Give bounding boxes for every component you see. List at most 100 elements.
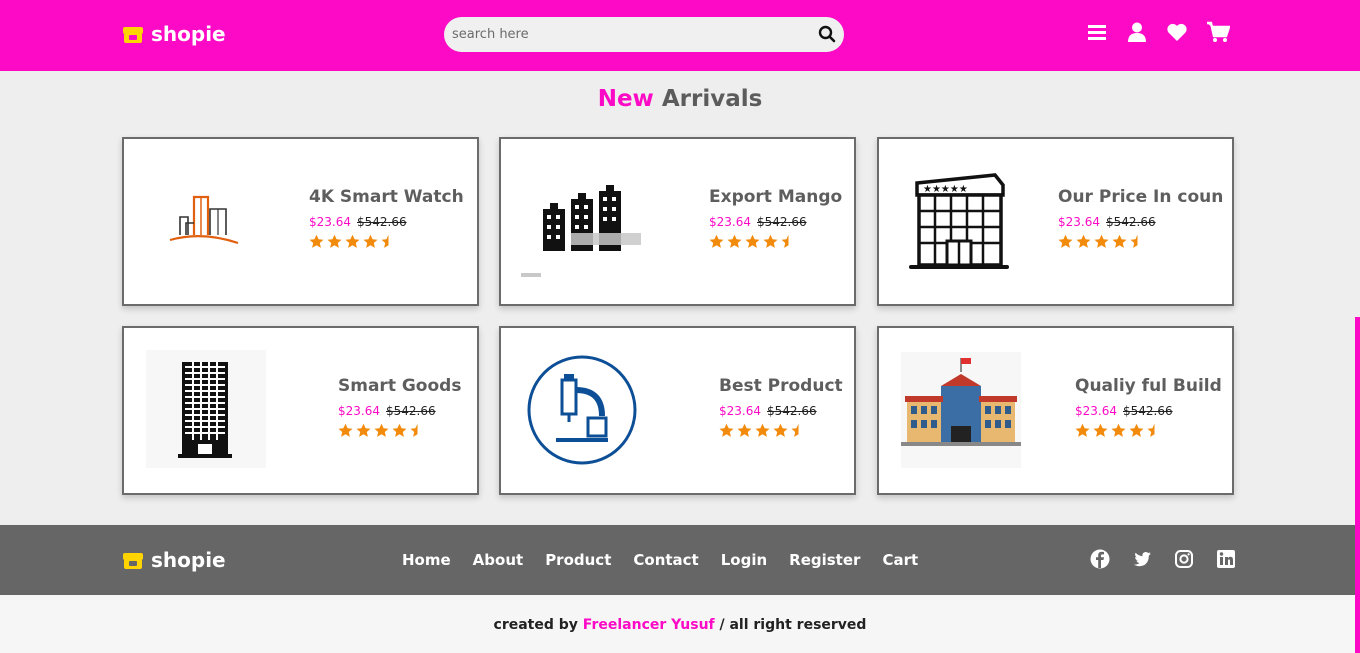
star-icon [1129,423,1144,437]
old-price: $542.66 [767,404,817,418]
product-card[interactable]: Smart Goods $23.64 $542.66 [122,326,479,495]
footer-link-cart[interactable]: Cart [882,551,918,569]
star-icon [737,423,752,437]
product-info: Our Price In coun $23.64 $542.66 [1058,187,1223,249]
current-price: $23.64 [709,215,751,229]
rating-stars [1058,234,1223,249]
credit-suffix: / all right reserved [719,617,867,633]
footer-logo[interactable]: shopie [122,548,226,572]
product-price: $23.64 $542.66 [338,404,461,418]
scrollbar[interactable] [1355,317,1360,653]
rating-stars [338,423,461,438]
star-half-icon [410,423,418,437]
star-icon [773,423,788,437]
product-name[interactable]: Qualiy ful Build [1075,376,1222,396]
instagram-icon[interactable] [1174,549,1194,569]
star-icon [1093,423,1108,437]
header-logo[interactable]: shopie [122,22,226,46]
star-icon [345,234,360,248]
rating-stars [709,234,842,249]
star-icon [1112,234,1127,248]
section-title-highlight: New [597,86,654,112]
product-name[interactable]: 4K Smart Watch [309,187,464,207]
credit-author-link[interactable]: Freelancer Yusuf [583,617,715,633]
star-icon [1076,234,1091,248]
cart-icon[interactable] [1206,21,1231,43]
old-price: $542.66 [757,215,807,229]
star-icon [727,234,742,248]
search-icon[interactable] [818,25,836,43]
section-title: New Arrivals [0,86,1360,112]
product-card[interactable]: 4K Smart Watch $23.64 $542.66 [122,137,479,306]
footer: shopie Home About Product Contact Login … [0,525,1360,595]
microscope-icon [526,354,638,470]
footer-link-register[interactable]: Register [789,551,860,569]
star-icon [363,234,378,248]
star-icon [709,234,724,248]
product-info: Best Product $23.64 $542.66 [719,376,843,438]
product-card[interactable]: Qualiy ful Build $23.64 $542.66 [877,326,1234,495]
product-info: 4K Smart Watch $23.64 $542.66 [309,187,464,249]
star-icon [327,234,342,248]
star-icon [374,423,389,437]
product-card[interactable]: ★★★★★ Our Price In coun $23.64 $542.66 [877,137,1234,306]
credit-bar: created by Freelancer Yusuf / all right … [0,595,1360,653]
footer-nav: Home About Product Contact Login Registe… [402,551,918,569]
product-name[interactable]: Best Product [719,376,843,396]
heart-icon[interactable] [1166,21,1188,43]
product-price: $23.64 $542.66 [709,215,842,229]
old-price: $542.66 [1123,404,1173,418]
product-price: $23.64 $542.66 [309,215,464,229]
current-price: $23.64 [1058,215,1100,229]
old-price: $542.66 [1106,215,1156,229]
current-price: $23.64 [719,404,761,418]
old-price: $542.66 [386,404,436,418]
star-icon [755,423,770,437]
footer-link-login[interactable]: Login [721,551,767,569]
product-card[interactable]: Best Product $23.64 $542.66 [499,326,856,495]
search-input[interactable] [452,23,802,46]
linkedin-icon[interactable] [1216,549,1236,569]
rating-stars [719,423,843,438]
product-name[interactable]: Smart Goods [338,376,461,396]
city-buildings-icon [166,193,240,249]
product-info: Smart Goods $23.64 $542.66 [338,376,461,438]
product-card[interactable]: Export Mango $23.64 $542.66 [499,137,856,306]
rating-stars [309,234,464,249]
star-half-icon [1147,423,1155,437]
star-icon [1111,423,1126,437]
product-info: Export Mango $23.64 $542.66 [709,187,842,249]
user-icon[interactable] [1126,21,1148,43]
brand-name: shopie [151,548,226,572]
twitter-icon[interactable] [1132,549,1152,569]
footer-link-contact[interactable]: Contact [633,551,698,569]
search-bar [444,17,844,52]
star-half-icon [1130,234,1138,248]
star-icon [1058,234,1073,248]
shopping-bag-icon [122,24,144,44]
brand-name: shopie [151,22,226,46]
footer-link-home[interactable]: Home [402,551,451,569]
product-name[interactable]: Export Mango [709,187,842,207]
product-info: Qualiy ful Build $23.64 $542.66 [1075,376,1222,438]
section-title-rest: Arrivals [661,86,763,112]
towers-icon [521,185,645,285]
footer-link-product[interactable]: Product [545,551,611,569]
facebook-icon[interactable] [1090,549,1110,569]
social-links [1090,549,1236,569]
hotel-building-icon: ★★★★★ [909,169,1009,277]
star-icon [719,423,734,437]
product-price: $23.64 $542.66 [719,404,843,418]
star-icon [745,234,760,248]
star-half-icon [381,234,389,248]
product-price: $23.64 $542.66 [1058,215,1223,229]
current-price: $23.64 [338,404,380,418]
star-icon [338,423,353,437]
footer-link-about[interactable]: About [473,551,524,569]
credit-prefix: created by [493,617,578,633]
current-price: $23.64 [1075,404,1117,418]
product-name[interactable]: Our Price In coun [1058,187,1223,207]
menu-icon[interactable] [1086,21,1108,43]
product-price: $23.64 $542.66 [1075,404,1222,418]
star-icon [356,423,371,437]
